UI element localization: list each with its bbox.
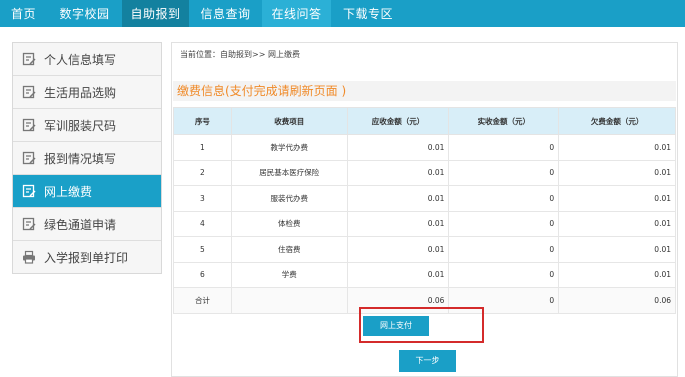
cell-index: 5 — [173, 236, 232, 263]
sidebar-item-label: 入学报到单打印 — [44, 250, 129, 265]
table-row: 6 学费 0.01 0 0.01 — [173, 261, 676, 288]
cell-paid: 0 — [448, 236, 560, 263]
sidebar-item-uniform-size[interactable]: 军训服装尺码 — [13, 109, 161, 142]
sidebar-item-personal-info[interactable]: 个人信息填写 — [13, 43, 161, 76]
sidebar-item-label: 绿色通道申请 — [44, 217, 117, 232]
edit-icon — [22, 151, 36, 165]
cell-due: 0.01 — [346, 159, 450, 186]
cell-index: 3 — [173, 185, 232, 212]
printer-icon — [23, 250, 35, 264]
cell-due: 0.01 — [346, 210, 450, 237]
nav-downloads[interactable]: 下载专区 — [331, 0, 405, 27]
breadcrumb: 当前位置：自助报到>> 网上缴费 — [180, 50, 300, 59]
table-header-row: 序号 收费项目 应收金额（元） 实收金额（元） 欠费金额（元） — [173, 107, 676, 135]
col-header-paid: 实收金额（元） — [448, 107, 560, 135]
cell-paid: 0 — [448, 134, 560, 161]
cell-paid: 0 — [448, 185, 560, 212]
section-title: 缴费信息(支付完成请刷新页面 ) — [173, 81, 676, 101]
cell-owed: 0.01 — [558, 210, 676, 237]
next-step-button[interactable]: 下一步 — [399, 350, 456, 372]
table-row: 2 居民基本医疗保险 0.01 0 0.01 — [173, 159, 676, 186]
nav-home[interactable]: 首页 — [0, 0, 47, 27]
cell-owed: 0.01 — [558, 185, 676, 212]
edit-icon — [22, 217, 36, 231]
sidebar-item-label: 网上缴费 — [44, 184, 93, 199]
cell-due: 0.01 — [346, 134, 450, 161]
cell-owed: 0.01 — [558, 236, 676, 263]
col-header-due: 应收金额（元） — [346, 107, 450, 135]
nav-self-registration[interactable]: 自助报到 — [122, 0, 189, 27]
cell-total-owed: 0.06 — [558, 287, 676, 314]
sidebar-item-online-payment[interactable]: 网上缴费 — [13, 175, 161, 208]
cell-index: 1 — [173, 134, 232, 161]
cell-item: 服装代办费 — [230, 185, 348, 212]
cell-item: 学费 — [230, 261, 348, 288]
sidebar-item-label: 生活用品选购 — [44, 85, 117, 100]
sidebar: 个人信息填写 生活用品选购 军训服装尺码 报到情况填写 网上缴费 绿色通道申请 … — [12, 42, 162, 274]
table-row: 5 住宿费 0.01 0 0.01 — [173, 236, 676, 263]
cell-due: 0.01 — [346, 236, 450, 263]
cell-total-item — [230, 287, 348, 314]
cell-owed: 0.01 — [558, 134, 676, 161]
cell-due: 0.01 — [346, 185, 450, 212]
cell-item: 教学代办费 — [230, 134, 348, 161]
online-pay-button[interactable]: 网上支付 — [363, 316, 429, 336]
sidebar-item-label: 报到情况填写 — [44, 151, 117, 166]
col-header-owed: 欠费金额（元） — [558, 107, 676, 135]
edit-icon — [22, 85, 36, 99]
cell-owed: 0.01 — [558, 261, 676, 288]
fee-table: 序号 收费项目 应收金额（元） 实收金额（元） 欠费金额（元） 1 教学代办费 … — [173, 107, 676, 314]
edit-icon — [22, 118, 36, 132]
sidebar-item-print-form[interactable]: 入学报到单打印 — [13, 241, 161, 273]
edit-icon — [22, 184, 36, 198]
nav-online-qa[interactable]: 在线问答 — [262, 0, 331, 27]
nav-info-query[interactable]: 信息查询 — [189, 0, 262, 27]
cell-total-label: 合计 — [173, 287, 232, 314]
sidebar-item-label: 军训服装尺码 — [44, 118, 117, 133]
table-row: 3 服装代办费 0.01 0 0.01 — [173, 185, 676, 212]
cell-owed: 0.01 — [558, 159, 676, 186]
cell-item: 体检费 — [230, 210, 348, 237]
top-nav: 首页 数字校园 自助报到 信息查询 在线问答 下载专区 — [0, 0, 685, 27]
col-header-index: 序号 — [173, 107, 232, 135]
cell-item: 住宿费 — [230, 236, 348, 263]
sidebar-item-green-channel[interactable]: 绿色通道申请 — [13, 208, 161, 241]
table-row: 1 教学代办费 0.01 0 0.01 — [173, 134, 676, 161]
cell-paid: 0 — [448, 210, 560, 237]
cell-index: 4 — [173, 210, 232, 237]
edit-icon — [22, 52, 36, 66]
cell-paid: 0 — [448, 261, 560, 288]
cell-index: 2 — [173, 159, 232, 186]
nav-digital-campus[interactable]: 数字校园 — [47, 0, 122, 27]
cell-due: 0.01 — [346, 261, 450, 288]
cell-index: 6 — [173, 261, 232, 288]
col-header-item: 收费项目 — [230, 107, 348, 135]
sidebar-item-label: 个人信息填写 — [44, 52, 117, 67]
cell-item: 居民基本医疗保险 — [230, 159, 348, 186]
cell-paid: 0 — [448, 159, 560, 186]
table-row: 4 体检费 0.01 0 0.01 — [173, 210, 676, 237]
sidebar-item-daily-goods[interactable]: 生活用品选购 — [13, 76, 161, 109]
main-panel: 当前位置：自助报到>> 网上缴费 缴费信息(支付完成请刷新页面 ) 序号 收费项… — [171, 42, 678, 377]
sidebar-item-arrival-status[interactable]: 报到情况填写 — [13, 142, 161, 175]
